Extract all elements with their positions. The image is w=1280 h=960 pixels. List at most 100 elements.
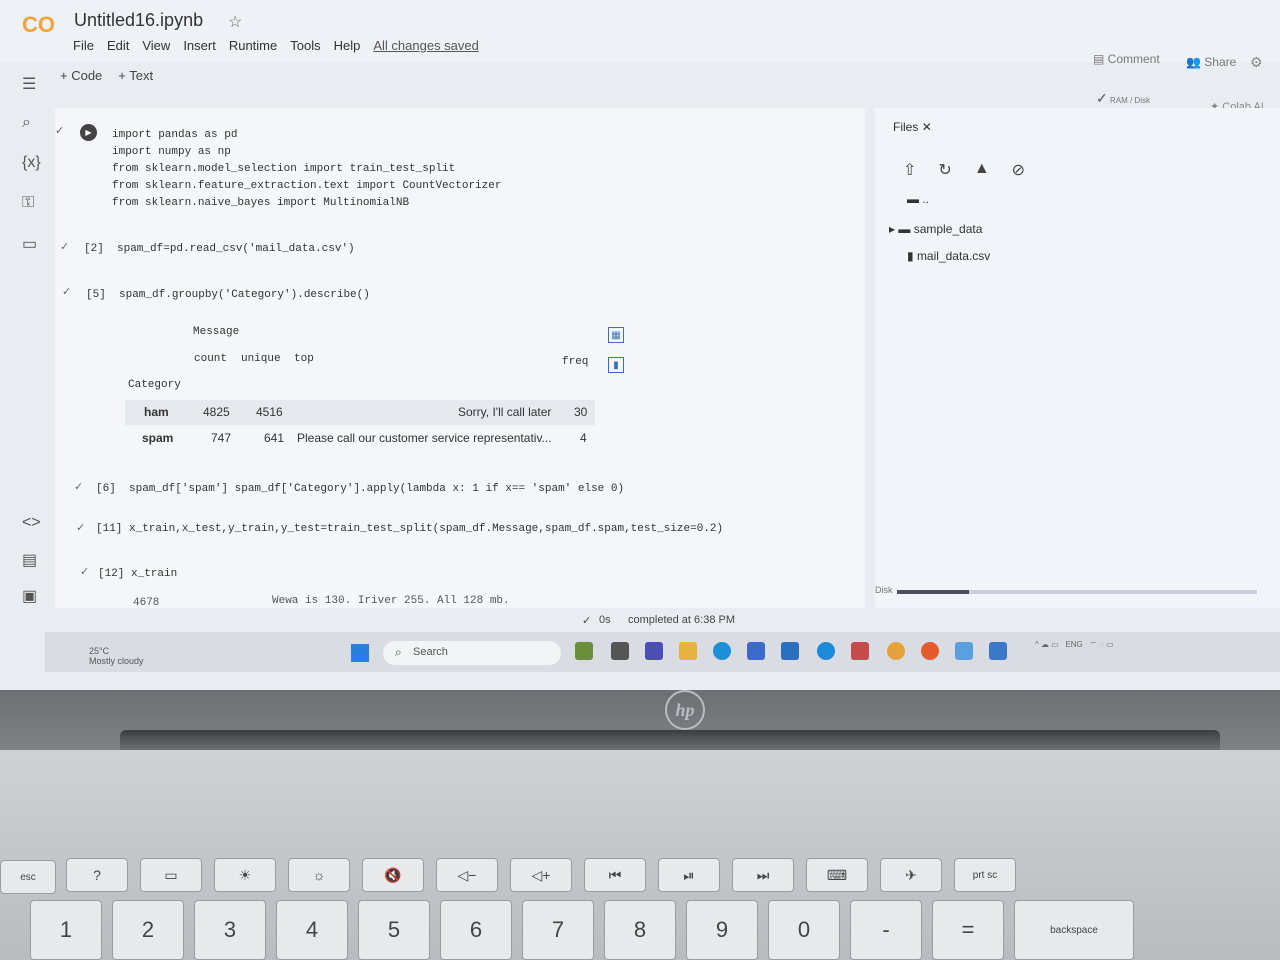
close-icon[interactable]: ✕ — [922, 120, 932, 134]
firefox-icon[interactable] — [921, 642, 939, 660]
table-view-icon[interactable]: ▦ — [608, 327, 624, 343]
taskbar-search[interactable]: ⌕ Search — [383, 641, 561, 665]
key-prtsc[interactable]: prt sc — [954, 858, 1016, 892]
menu-help[interactable]: Help — [334, 38, 361, 53]
check-icon: ✓ — [1096, 90, 1108, 106]
menu-runtime[interactable]: Runtime — [229, 38, 277, 53]
colab-logo[interactable]: CO — [22, 12, 55, 38]
terminal-icon[interactable]: ▣ — [22, 586, 37, 606]
notebook-title[interactable]: Untitled16.ipynb — [74, 10, 203, 31]
code-snippets-icon[interactable]: <> — [22, 514, 41, 532]
menu-insert[interactable]: Insert — [183, 38, 216, 53]
table-row: ham 4825 4516 Sorry, I'll call later 30 — [125, 400, 595, 425]
key-fn[interactable]: ⏯ — [658, 858, 720, 892]
key-8[interactable]: 8 — [604, 900, 676, 960]
key-icon[interactable]: ⚿ — [22, 194, 34, 212]
key-6[interactable]: 6 — [440, 900, 512, 960]
save-status[interactable]: All changes saved — [373, 38, 479, 53]
key-fn[interactable]: ◁− — [436, 858, 498, 892]
windows-taskbar: 25°C Mostly cloudy ⌕ Search ^ ☁ ▭ ENG ⌔ ◌ … — [45, 632, 1280, 672]
menu-bar: File Edit View Insert Runtime Tools Help… — [73, 38, 479, 53]
code-cell-train-test-split[interactable]: [11] x_train,x_test,y_train,y_test=train… — [96, 523, 723, 535]
cell-toolbar: + Code + Text — [60, 68, 153, 83]
key-1[interactable]: 1 — [30, 900, 102, 960]
taskbar-app-icon[interactable] — [851, 642, 869, 660]
key-7[interactable]: 7 — [522, 900, 594, 960]
menu-tools[interactable]: Tools — [290, 38, 320, 53]
file-explorer-icon[interactable] — [679, 642, 697, 660]
code-cell-x-train[interactable]: [12] x_train — [98, 568, 177, 580]
code-cell-describe[interactable]: [5] spam_df.groupby('Category').describe… — [86, 289, 370, 301]
file-tree-item[interactable]: ▮ mail_data.csv — [907, 249, 990, 263]
taskbar-app-icon[interactable] — [817, 642, 835, 660]
key-0[interactable]: 0 — [768, 900, 840, 960]
edge-icon[interactable] — [713, 642, 731, 660]
key-3[interactable]: 3 — [194, 900, 266, 960]
gear-icon[interactable]: ⚙ — [1250, 54, 1263, 71]
menu-view[interactable]: View — [142, 38, 170, 53]
files-panel: Files ✕ ⇧ ↻ ▲ ⊘ ▬ .. ▸ ▬ sample_data ▮ m… — [875, 108, 1280, 608]
taskbar-app-icon[interactable] — [989, 642, 1007, 660]
chart-suggest-icon[interactable]: ▮ — [608, 357, 624, 373]
key-fn[interactable]: ☼ — [288, 858, 350, 892]
cell-count: 4825 — [203, 405, 230, 419]
search-icon[interactable]: ⌕ — [22, 114, 31, 132]
code-cell-spam-column[interactable]: [6] spam_df['spam'] spam_df['Category'].… — [96, 483, 624, 495]
key-4[interactable]: 4 — [276, 900, 348, 960]
variables-icon[interactable]: {x} — [22, 154, 41, 172]
parent-folder[interactable]: ▬ .. — [907, 192, 929, 206]
share-button[interactable]: 👥 Share — [1186, 55, 1236, 69]
table-of-contents-icon[interactable]: ☰ — [22, 74, 36, 94]
code-cell-imports[interactable]: import pandas as pd import numpy as np fro… — [112, 127, 501, 212]
upload-icon[interactable]: ⇧ — [903, 160, 916, 180]
files-panel-title: Files ✕ — [893, 120, 932, 134]
key-fn[interactable]: ⌨ — [806, 858, 868, 892]
folder-icon[interactable]: ▭ — [22, 234, 37, 254]
key-fn[interactable]: ◁+ — [510, 858, 572, 892]
taskbar-app-icon[interactable] — [781, 642, 799, 660]
key-fn[interactable]: 🔇 — [362, 858, 424, 892]
key-5[interactable]: 5 — [358, 900, 430, 960]
df-index-name: Category — [128, 379, 181, 391]
key-fn[interactable]: ✈ — [880, 858, 942, 892]
add-text-button[interactable]: + Text — [118, 68, 153, 83]
key-backspace[interactable]: backspace — [1014, 900, 1134, 960]
completed-status[interactable]: completed at 6:38 PM — [628, 614, 735, 626]
taskbar-app-icon[interactable] — [575, 642, 593, 660]
key-fn1[interactable]: ? — [66, 858, 128, 892]
cell-top: Sorry, I'll call later — [458, 405, 552, 419]
system-tray[interactable]: ^ ☁ ▭ ENG ⌔ ◌ ▭ — [1035, 640, 1114, 650]
key-fn[interactable]: ▭ — [140, 858, 202, 892]
hide-files-icon[interactable]: ⊘ — [1012, 160, 1025, 180]
key-fn[interactable]: ⏭ — [732, 858, 794, 892]
key-2[interactable]: 2 — [112, 900, 184, 960]
add-code-button[interactable]: + Code — [60, 68, 102, 83]
key-fn[interactable]: ☀ — [214, 858, 276, 892]
key-9[interactable]: 9 — [686, 900, 758, 960]
taskbar-app-icon[interactable] — [611, 642, 629, 660]
key-equals[interactable]: = — [932, 900, 1004, 960]
refresh-icon[interactable]: ↻ — [938, 160, 951, 180]
key-minus[interactable]: - — [850, 900, 922, 960]
chrome-icon[interactable] — [887, 642, 905, 660]
ram-disk-indicator[interactable]: ✓ RAM / Disk — [1096, 90, 1150, 107]
command-palette-icon[interactable]: ▤ — [22, 550, 37, 570]
weather-widget[interactable]: 25°C Mostly cloudy — [89, 646, 144, 666]
taskbar-app-icon[interactable] — [747, 642, 765, 660]
comment-button[interactable]: ▤ Comment — [1093, 52, 1160, 66]
search-icon: ⌕ — [395, 645, 402, 659]
star-icon[interactable]: ☆ — [228, 12, 242, 32]
run-cell-button[interactable]: ▶ — [80, 124, 97, 141]
key-esc[interactable]: esc — [0, 860, 56, 894]
code-line: from sklearn.model_selection import trai… — [112, 163, 456, 175]
taskbar-app-icon[interactable] — [645, 642, 663, 660]
file-tree-item[interactable]: ▸ ▬ sample_data — [889, 222, 982, 236]
menu-edit[interactable]: Edit — [107, 38, 129, 53]
code-cell-read-csv[interactable]: [2] spam_df=pd.read_csv('mail_data.csv') — [84, 243, 355, 255]
taskbar-app-icon[interactable] — [955, 642, 973, 660]
mount-drive-icon[interactable]: ▲ — [974, 160, 990, 180]
menu-file[interactable]: File — [73, 38, 94, 53]
key-fn[interactable]: ⏮ — [584, 858, 646, 892]
windows-start-icon[interactable] — [351, 644, 369, 662]
df-col-unique: unique — [241, 353, 281, 365]
